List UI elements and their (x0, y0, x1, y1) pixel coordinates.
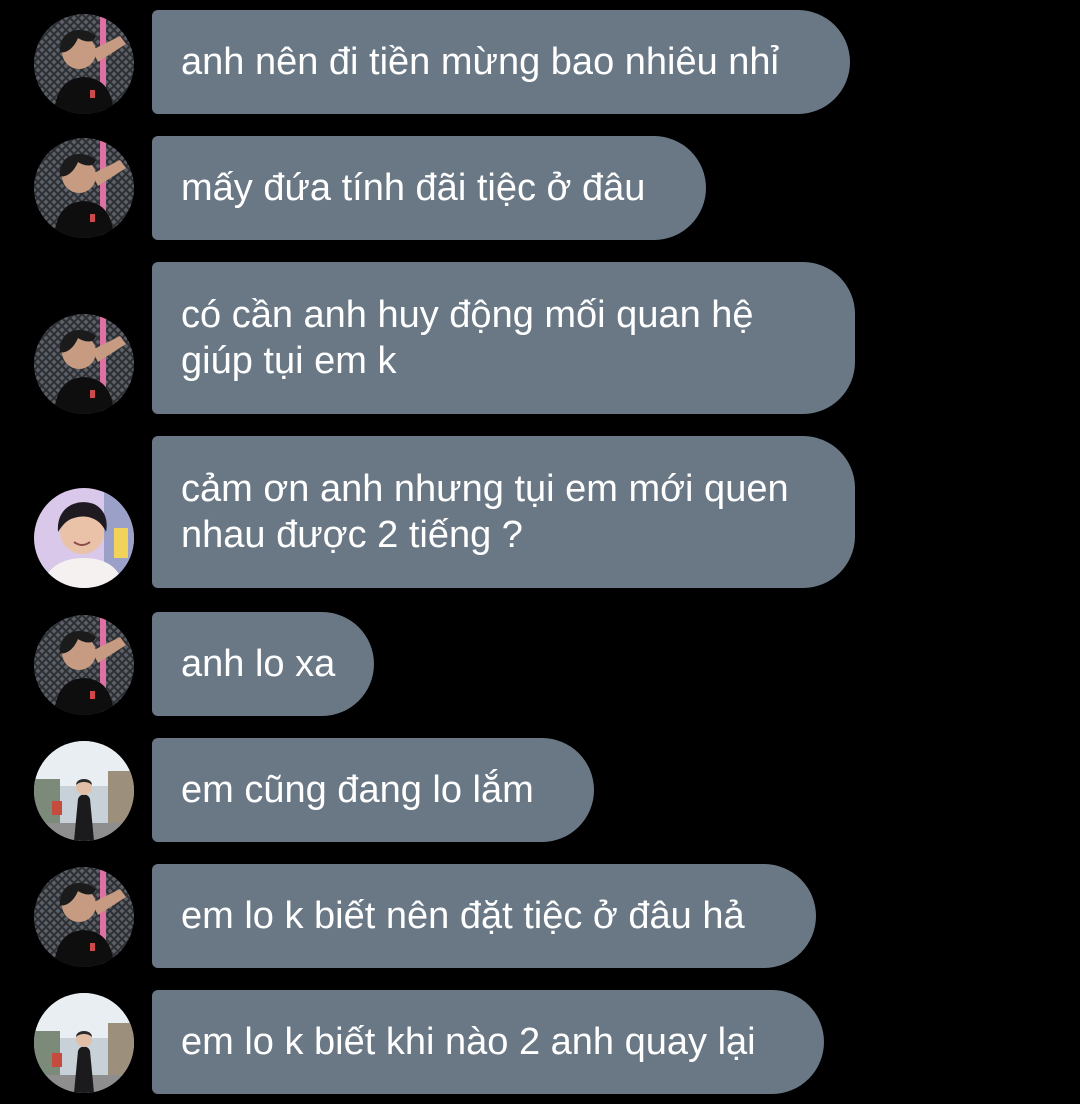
avatar[interactable] (34, 314, 134, 414)
message-row: anh lo xa (0, 612, 1080, 716)
avatar[interactable] (34, 867, 134, 967)
message-row: em cũng đang lo lắm (0, 738, 1080, 842)
avatar[interactable] (34, 488, 134, 588)
message-row: anh nên đi tiền mừng bao nhiêu nhỉ (0, 10, 1080, 114)
message-row: em lo k biết nên đặt tiệc ở đâu hả (0, 864, 1080, 968)
message-row: mấy đứa tính đãi tiệc ở đâu (0, 136, 1080, 240)
message-bubble[interactable]: anh lo xa (152, 612, 374, 716)
avatar[interactable] (34, 741, 134, 841)
message-bubble[interactable]: cảm ơn anh nhưng tụi em mới quen nhau đư… (152, 436, 855, 588)
avatar[interactable] (34, 14, 134, 114)
message-bubble[interactable]: em lo k biết nên đặt tiệc ở đâu hả (152, 864, 816, 968)
message-bubble[interactable]: em cũng đang lo lắm (152, 738, 594, 842)
message-bubble[interactable]: có cần anh huy động mối quan hệ giúp tụi… (152, 262, 855, 414)
message-row: có cần anh huy động mối quan hệ giúp tụi… (0, 262, 1080, 414)
avatar[interactable] (34, 993, 134, 1093)
message-row: em lo k biết khi nào 2 anh quay lại (0, 990, 1080, 1094)
message-bubble[interactable]: anh nên đi tiền mừng bao nhiêu nhỉ (152, 10, 850, 114)
message-bubble[interactable]: em lo k biết khi nào 2 anh quay lại (152, 990, 824, 1094)
avatar[interactable] (34, 615, 134, 715)
avatar[interactable] (34, 138, 134, 238)
message-bubble[interactable]: mấy đứa tính đãi tiệc ở đâu (152, 136, 706, 240)
message-row: cảm ơn anh nhưng tụi em mới quen nhau đư… (0, 436, 1080, 588)
